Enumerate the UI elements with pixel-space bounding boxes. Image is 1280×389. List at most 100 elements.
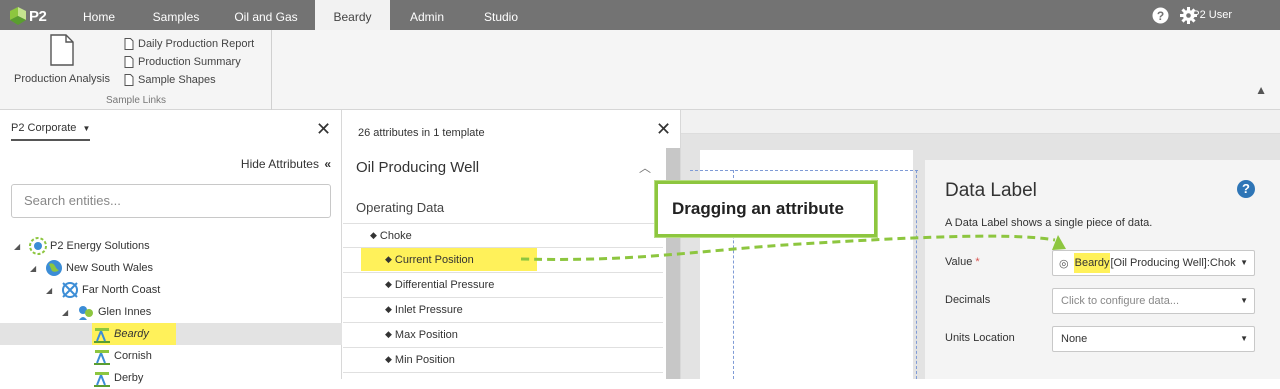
attribute-target-icon: ◎	[1059, 257, 1069, 270]
hide-attributes-label: Hide Attributes	[240, 157, 319, 171]
collapse-ribbon-icon[interactable]: ▲	[1255, 83, 1267, 97]
close-icon[interactable]: ✕	[316, 120, 331, 138]
document-icon	[124, 74, 134, 86]
organization-icon	[29, 237, 47, 255]
people-icon	[79, 306, 93, 320]
units-location-select[interactable]: None ▼	[1052, 326, 1255, 352]
tab-beardy[interactable]: Beardy	[315, 0, 390, 31]
value-attribute-path: [Oil Producing Well]:Chok	[1110, 257, 1236, 269]
expand-icon[interactable]: ◢	[62, 308, 76, 317]
annotation-callout: Dragging an attribute	[655, 181, 877, 237]
expand-icon[interactable]: ◢	[46, 286, 60, 295]
hide-attributes-button[interactable]: Hide Attributes «	[241, 157, 331, 171]
attribute-section-header[interactable]: Operating Data	[356, 200, 444, 215]
tree-item-new-south-wales[interactable]: ◢ New South Wales	[30, 257, 153, 279]
document-icon	[124, 38, 134, 50]
search-input[interactable]: Search entities...	[11, 184, 331, 218]
tag-icon: ◆	[385, 329, 392, 339]
dragged-attribute-highlight: ◆ Current Position	[361, 248, 537, 271]
tree-item-p2-energy-solutions[interactable]: ◢ P2 Energy Solutions	[14, 235, 150, 257]
caret-down-icon: ▼	[1238, 258, 1248, 267]
tab-admin[interactable]: Admin	[400, 0, 454, 30]
attribute-label: Current Position	[394, 253, 474, 266]
template-title: Oil Producing Well	[356, 159, 480, 176]
tree-item-glen-innes[interactable]: ◢ Glen Innes	[62, 301, 151, 323]
document-icon	[50, 34, 74, 66]
required-marker: *	[975, 256, 980, 268]
attribute-label: Min Position	[394, 353, 455, 366]
logo-text: P2	[29, 7, 47, 25]
attribute-item-current-position[interactable]: ◆ Current Position	[343, 247, 663, 271]
canvas-toolbar-strip	[681, 110, 1280, 134]
expand-icon[interactable]: ◢	[30, 264, 44, 273]
decimals-label: Decimals	[945, 294, 991, 306]
tree-item-label: Beardy	[114, 328, 149, 340]
tree-item-cornish[interactable]: Cornish	[92, 345, 152, 367]
caret-down-icon: ▼	[1240, 296, 1248, 305]
pump-jack-icon	[94, 350, 110, 365]
link-label: Sample Shapes	[138, 74, 216, 86]
expand-icon[interactable]: ◢	[14, 242, 28, 251]
help-icon[interactable]: ?	[1152, 7, 1169, 24]
production-summary-link[interactable]: Production Summary	[124, 54, 241, 70]
attribute-label: Max Position	[394, 328, 458, 341]
ribbon: Production Analysis Daily Production Rep…	[0, 30, 1280, 110]
tab-samples[interactable]: Samples	[146, 0, 206, 30]
tag-icon: ◆	[370, 230, 377, 240]
attribute-item-max-position[interactable]: ◆ Max Position	[343, 322, 663, 346]
attribute-item-min-position[interactable]: ◆ Min Position	[343, 347, 663, 371]
attribute-panel: 26 attributes in 1 template ✕ Oil Produc…	[343, 110, 681, 379]
layout-guide	[916, 170, 917, 379]
pump-jack-icon	[94, 372, 110, 387]
help-icon[interactable]: ?	[1237, 180, 1255, 198]
tree-item-label: Cornish	[114, 350, 152, 362]
tree-item-label: Glen Innes	[98, 306, 152, 318]
selected-entity-highlight: Beardy	[92, 323, 176, 345]
tree-item-derby[interactable]: Derby	[92, 367, 143, 389]
properties-panel: Data Label ? A Data Label shows a single…	[925, 160, 1280, 379]
close-icon[interactable]: ✕	[656, 120, 671, 138]
sample-shapes-link[interactable]: Sample Shapes	[124, 72, 216, 88]
caret-down-icon: ▼	[1240, 334, 1248, 343]
entity-panel: P2 Corporate ▼ ✕ Hide Attributes « Searc…	[0, 110, 342, 387]
tree-item-label: Derby	[114, 372, 144, 384]
production-analysis-button[interactable]: Production Analysis	[10, 34, 114, 85]
tag-icon: ◆	[385, 354, 392, 364]
globe-icon	[46, 260, 62, 276]
production-analysis-label: Production Analysis	[14, 73, 110, 85]
value-select[interactable]: ◎ Beardy [Oil Producing Well]:Chok ▼	[1052, 250, 1255, 276]
units-location-value: None	[1061, 333, 1088, 345]
document-icon	[124, 56, 134, 68]
scope-dropdown[interactable]: P2 Corporate ▼	[11, 122, 91, 141]
units-location-label: Units Location	[945, 332, 1015, 344]
ribbon-group-sample-links: Production Analysis Daily Production Rep…	[0, 30, 272, 110]
svg-text:?: ?	[1157, 9, 1164, 23]
app-logo[interactable]: P2	[10, 7, 47, 25]
caret-down-icon: ▼	[82, 124, 91, 133]
attribute-item-choke[interactable]: ◆ Choke	[343, 223, 663, 247]
tag-icon: ◆	[385, 279, 392, 289]
link-label: Daily Production Report	[138, 38, 255, 50]
tab-studio[interactable]: Studio	[474, 0, 528, 30]
tree-item-label: New South Wales	[66, 262, 154, 274]
attribute-item-differential-pressure[interactable]: ◆ Differential Pressure	[343, 272, 663, 296]
tree-item-label: P2 Energy Solutions	[50, 240, 150, 252]
tree-item-far-north-coast[interactable]: ◢ Far North Coast	[46, 279, 160, 301]
region-icon	[62, 282, 78, 298]
ribbon-group-label: Sample Links	[105, 95, 167, 106]
chevron-up-icon[interactable]: ︿	[639, 159, 651, 176]
link-label: Production Summary	[138, 56, 241, 68]
attribute-item-inlet-pressure[interactable]: ◆ Inlet Pressure	[343, 297, 663, 321]
tree-item-beardy[interactable]: Beardy	[92, 323, 176, 345]
attribute-label: Choke	[379, 229, 412, 242]
value-label: Value *	[945, 256, 980, 268]
decimals-select[interactable]: Click to configure data... ▼	[1052, 288, 1255, 314]
tab-home[interactable]: Home	[72, 0, 126, 30]
daily-production-report-link[interactable]: Daily Production Report	[124, 36, 254, 52]
layout-guide	[690, 170, 918, 171]
user-menu[interactable]: P2 User	[1192, 0, 1232, 30]
attribute-label: Differential Pressure	[394, 278, 495, 291]
tag-icon: ◆	[385, 254, 392, 264]
tab-oil-and-gas[interactable]: Oil and Gas	[226, 0, 306, 30]
attribute-count: 26 attributes in 1 template	[358, 127, 485, 139]
